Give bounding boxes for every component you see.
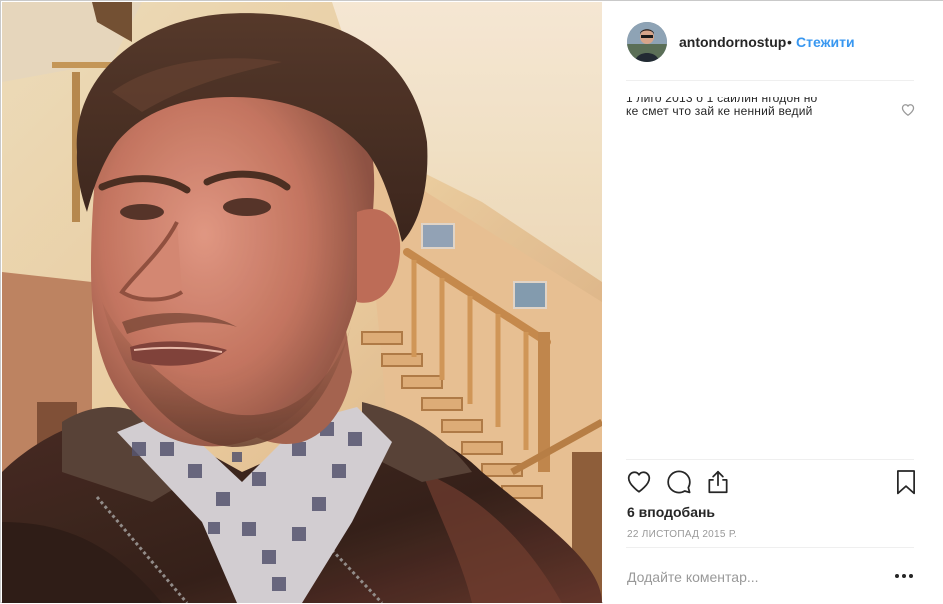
likes-count[interactable]: 6 вподобань bbox=[627, 504, 715, 520]
post-side-panel: antondornostup • Стежити 1 лиго 2013 о 1… bbox=[603, 1, 943, 604]
avatar[interactable] bbox=[627, 22, 667, 62]
post-caption: 1 лиго 2013 о 1 сайлин нгодон но ке смет… bbox=[626, 97, 846, 119]
avatar-image bbox=[627, 22, 667, 62]
post-photo[interactable] bbox=[2, 2, 602, 603]
post-header: antondornostup • Стежити bbox=[603, 1, 943, 81]
small-heart-icon[interactable] bbox=[901, 103, 915, 117]
bookmark-icon[interactable] bbox=[893, 469, 919, 495]
post-date[interactable]: 22 ЛИСТОПАД 2015 Р. bbox=[627, 529, 737, 540]
username-link[interactable]: antondornostup bbox=[679, 34, 786, 50]
follow-button[interactable]: Стежити bbox=[796, 34, 855, 50]
share-arrow-icon[interactable] bbox=[705, 469, 731, 495]
instagram-post: antondornostup • Стежити 1 лиго 2013 о 1… bbox=[0, 0, 943, 604]
caption-line-2: ке смет что зай ке ненний ведий bbox=[626, 104, 813, 118]
heart-outline-icon[interactable] bbox=[626, 469, 652, 495]
more-options-icon[interactable] bbox=[893, 566, 915, 586]
selfie-image bbox=[2, 2, 602, 603]
speech-bubble-icon[interactable] bbox=[666, 469, 692, 495]
comment-input[interactable] bbox=[627, 567, 867, 587]
comment-divider bbox=[626, 547, 914, 548]
header-separator-dot: • bbox=[787, 34, 792, 50]
header-divider bbox=[626, 80, 914, 81]
actions-divider bbox=[626, 459, 914, 460]
